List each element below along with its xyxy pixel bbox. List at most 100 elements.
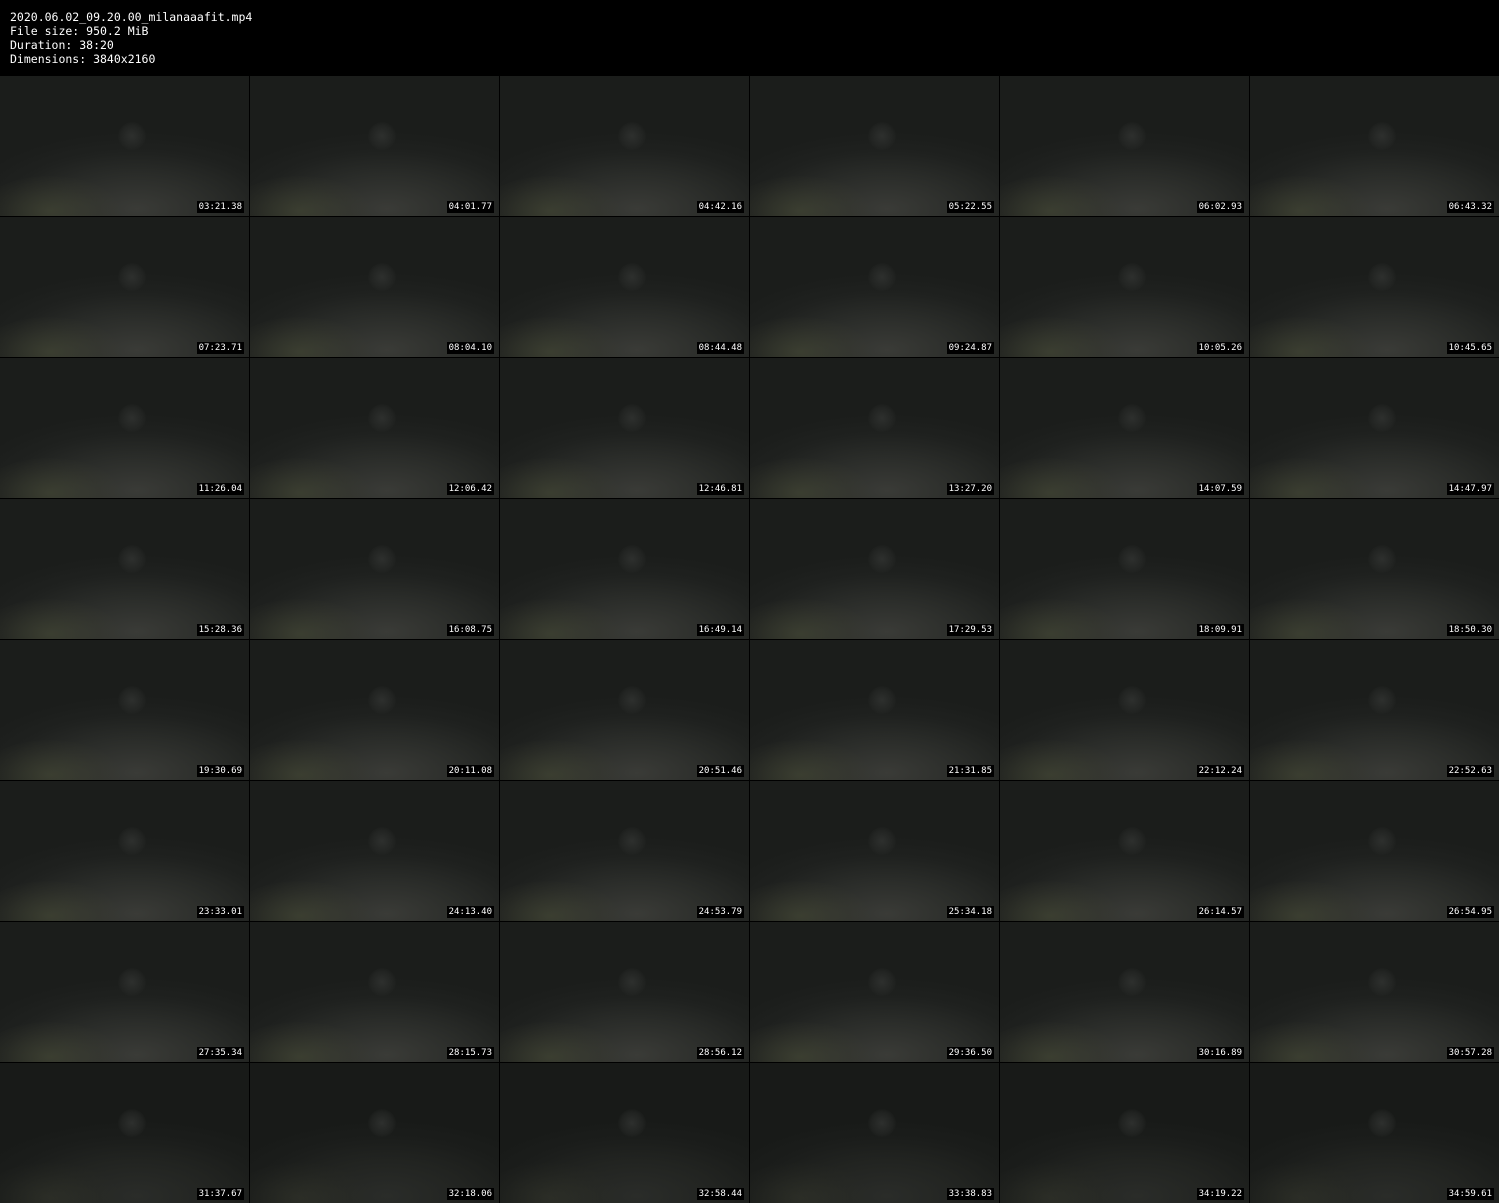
- video-thumbnail: 04:01.77: [250, 76, 499, 216]
- thumbnail-timestamp: 04:42.16: [696, 201, 744, 213]
- video-thumbnail: 08:04.10: [250, 217, 499, 357]
- thumbnail-blur-spot: [1368, 404, 1396, 432]
- thumbnail-light-patch: [500, 1163, 620, 1203]
- video-thumbnail: 30:57.28: [1250, 922, 1499, 1062]
- thumbnail-blur-spot: [1118, 968, 1146, 996]
- thumbnail-light-patch: [1250, 881, 1370, 921]
- thumbnail-light-patch: [1250, 458, 1370, 498]
- thumbnail-light-patch: [500, 599, 620, 639]
- thumbnail-timestamp: 14:47.97: [1446, 483, 1494, 495]
- video-thumbnail: 05:22.55: [750, 76, 999, 216]
- thumbnail-blur-spot: [118, 1109, 146, 1137]
- thumbnail-blur-spot: [618, 263, 646, 291]
- video-thumbnail: 16:49.14: [500, 499, 749, 639]
- video-thumbnail: 18:50.30: [1250, 499, 1499, 639]
- thumbnail-timestamp: 23:33.01: [196, 906, 244, 918]
- video-thumbnail: 30:16.89: [1000, 922, 1249, 1062]
- thumbnail-blur-spot: [368, 1109, 396, 1137]
- video-thumbnail: 28:15.73: [250, 922, 499, 1062]
- video-thumbnail: 20:11.08: [250, 640, 499, 780]
- video-thumbnail: 04:42.16: [500, 76, 749, 216]
- video-thumbnail: 18:09.91: [1000, 499, 1249, 639]
- video-thumbnail: 24:53.79: [500, 781, 749, 921]
- thumbnail-light-patch: [1000, 881, 1120, 921]
- video-thumbnail: 33:38.83: [750, 1063, 999, 1203]
- thumbnail-timestamp: 21:31.85: [946, 765, 994, 777]
- thumbnail-light-patch: [1250, 317, 1370, 357]
- video-thumbnail: 20:51.46: [500, 640, 749, 780]
- thumbnail-blur-spot: [1118, 545, 1146, 573]
- thumbnail-blur-spot: [118, 827, 146, 855]
- thumbnail-timestamp: 18:09.91: [1196, 624, 1244, 636]
- thumbnail-light-patch: [0, 599, 120, 639]
- thumbnail-blur-spot: [1118, 686, 1146, 714]
- video-thumbnail: 17:29.53: [750, 499, 999, 639]
- thumbnail-timestamp: 33:38.83: [946, 1188, 994, 1200]
- file-size: File size: 950.2 MiB: [10, 24, 149, 38]
- thumbnail-timestamp: 14:07.59: [1196, 483, 1244, 495]
- thumbnail-timestamp: 12:46.81: [696, 483, 744, 495]
- thumbnail-timestamp: 25:34.18: [946, 906, 994, 918]
- thumbnail-blur-spot: [868, 686, 896, 714]
- thumbnail-timestamp: 10:45.65: [1446, 342, 1494, 354]
- thumbnail-timestamp: 28:56.12: [696, 1047, 744, 1059]
- video-thumbnail: 07:23.71: [0, 217, 249, 357]
- thumbnail-blur-spot: [618, 686, 646, 714]
- thumbnail-blur-spot: [868, 122, 896, 150]
- duration: Duration: 38:20: [10, 38, 114, 52]
- thumbnail-timestamp: 24:53.79: [696, 906, 744, 918]
- thumbnail-light-patch: [1000, 458, 1120, 498]
- thumbnail-timestamp: 12:06.42: [446, 483, 494, 495]
- thumbnail-light-patch: [0, 317, 120, 357]
- video-thumbnail: 28:56.12: [500, 922, 749, 1062]
- thumbnail-blur-spot: [618, 968, 646, 996]
- thumbnail-light-patch: [0, 1163, 120, 1203]
- thumbnail-timestamp: 24:13.40: [446, 906, 494, 918]
- thumbnail-blur-spot: [618, 1109, 646, 1137]
- video-thumbnail: 34:59.61: [1250, 1063, 1499, 1203]
- thumbnail-light-patch: [0, 881, 120, 921]
- thumbnail-blur-spot: [368, 968, 396, 996]
- video-thumbnail: 24:13.40: [250, 781, 499, 921]
- thumbnail-light-patch: [1000, 1022, 1120, 1062]
- thumbnail-blur-spot: [868, 263, 896, 291]
- thumbnail-timestamp: 20:11.08: [446, 765, 494, 777]
- video-thumbnail: 03:21.38: [0, 76, 249, 216]
- thumbnail-timestamp: 34:19.22: [1196, 1188, 1244, 1200]
- thumbnail-light-patch: [1250, 740, 1370, 780]
- thumbnail-timestamp: 22:12.24: [1196, 765, 1244, 777]
- thumbnail-light-patch: [1250, 1022, 1370, 1062]
- video-thumbnail: 34:19.22: [1000, 1063, 1249, 1203]
- thumbnail-light-patch: [500, 740, 620, 780]
- thumbnail-timestamp: 05:22.55: [946, 201, 994, 213]
- thumbnail-timestamp: 18:50.30: [1446, 624, 1494, 636]
- video-thumbnail: 26:14.57: [1000, 781, 1249, 921]
- thumbnail-light-patch: [500, 176, 620, 216]
- thumbnail-timestamp: 20:51.46: [696, 765, 744, 777]
- thumbnail-timestamp: 08:44.48: [696, 342, 744, 354]
- dimensions: Dimensions: 3840x2160: [10, 52, 156, 66]
- thumbnail-light-patch: [0, 458, 120, 498]
- thumbnail-blur-spot: [868, 545, 896, 573]
- thumbnail-timestamp: 11:26.04: [196, 483, 244, 495]
- video-thumbnail: 16:08.75: [250, 499, 499, 639]
- thumbnail-grid: 03:21.38 04:01.77 04:42.16 05:22.55 06:02.93…: [0, 76, 1499, 1203]
- thumbnail-blur-spot: [1118, 404, 1146, 432]
- thumbnail-blur-spot: [868, 404, 896, 432]
- thumbnail-blur-spot: [368, 263, 396, 291]
- video-thumbnail: 21:31.85: [750, 640, 999, 780]
- video-thumbnail: 32:58.44: [500, 1063, 749, 1203]
- thumbnail-blur-spot: [1368, 968, 1396, 996]
- thumbnail-light-patch: [1000, 599, 1120, 639]
- thumbnail-timestamp: 16:49.14: [696, 624, 744, 636]
- thumbnail-timestamp: 26:54.95: [1446, 906, 1494, 918]
- video-thumbnail: 22:12.24: [1000, 640, 1249, 780]
- thumbnail-light-patch: [1000, 1163, 1120, 1203]
- video-thumbnail: 27:35.34: [0, 922, 249, 1062]
- thumbnail-blur-spot: [1118, 122, 1146, 150]
- video-thumbnail: 22:52.63: [1250, 640, 1499, 780]
- thumbnail-timestamp: 32:58.44: [696, 1188, 744, 1200]
- video-thumbnail: 11:26.04: [0, 358, 249, 498]
- thumbnail-blur-spot: [118, 545, 146, 573]
- thumbnail-blur-spot: [868, 968, 896, 996]
